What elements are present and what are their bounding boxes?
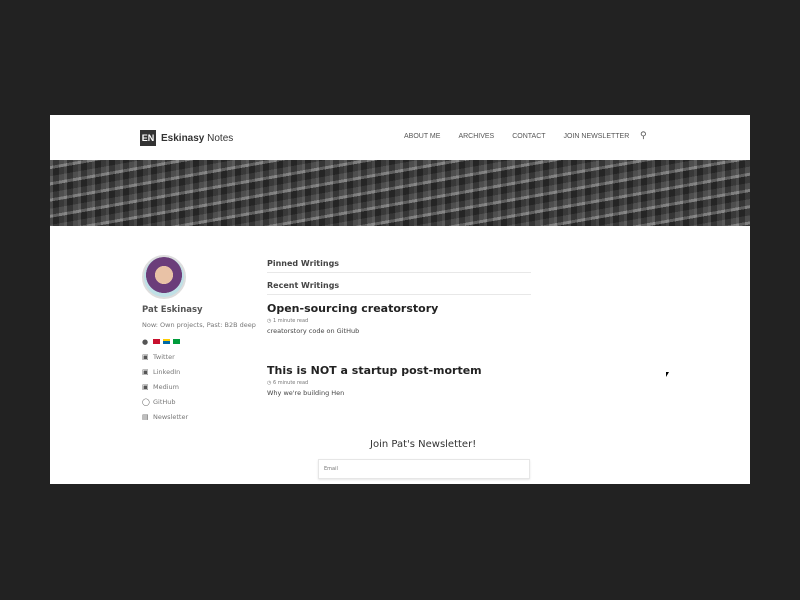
flag-brazil-icon	[173, 339, 180, 344]
logo-bold: Eskinasy	[161, 132, 205, 144]
author-name: Pat Eskinasy	[142, 305, 203, 315]
logo-mark: EN	[140, 130, 156, 146]
main-content: Pinned Writings Recent Writings Open-sou…	[267, 259, 531, 427]
mouse-cursor	[666, 372, 669, 377]
location: ●	[142, 337, 257, 346]
link-github[interactable]: ◯ GitHub	[142, 397, 257, 406]
post-item: This is NOT a startup post-mortem ◷ 6 mi…	[267, 364, 531, 397]
email-input[interactable]	[318, 459, 530, 479]
flag-uk-icon	[153, 339, 160, 344]
twitter-icon: ▣	[142, 352, 149, 361]
nav-about-me[interactable]: ABOUT ME	[404, 133, 440, 140]
link-linkedin[interactable]: ▣ LinkedIn	[142, 367, 257, 376]
flag-sweden-icon	[163, 339, 170, 344]
link-newsletter[interactable]: ▤ Newsletter	[142, 412, 257, 421]
post-excerpt: Why we're building Hen	[267, 389, 345, 397]
nav-contact[interactable]: CONTACT	[512, 133, 545, 140]
map-marker-icon: ●	[142, 337, 149, 346]
search-icon[interactable]: ⚲	[640, 131, 647, 141]
post-title[interactable]: Open-sourcing creatorstory	[267, 302, 531, 315]
author-bio: Now: Own projects, Past: B2B deep tech. …	[142, 321, 257, 329]
main-nav: ABOUT ME ARCHIVES CONTACT JOIN NEWSLETTE…	[404, 133, 647, 140]
web-page: EN Eskinasy Notes ABOUT ME ARCHIVES CONT…	[50, 115, 750, 484]
read-time: 1 minute read	[272, 318, 309, 324]
newsletter-title: Join Pat's Newsletter!	[370, 439, 477, 450]
avatar	[142, 255, 186, 299]
link-medium[interactable]: ▣ Medium	[142, 382, 257, 391]
site-logo[interactable]: EN Eskinasy Notes	[140, 130, 233, 146]
pinned-writings-heading: Pinned Writings	[267, 259, 531, 273]
recent-writings-heading: Recent Writings	[267, 281, 531, 295]
linkedin-icon: ▣	[142, 367, 149, 376]
nav-join-newsletter[interactable]: JOIN NEWSLETTER	[564, 133, 630, 140]
author-profile: Pat Eskinasy Now: Own projects, Past: B2…	[142, 255, 257, 421]
site-header: EN Eskinasy Notes ABOUT ME ARCHIVES CONT…	[50, 115, 750, 160]
header-banner-image	[50, 160, 750, 226]
link-twitter[interactable]: ▣ Twitter	[142, 352, 257, 361]
medium-icon: ▣	[142, 382, 149, 391]
newsletter-icon: ▤	[142, 412, 149, 421]
post-excerpt: creatorstory code on GitHub	[267, 327, 360, 335]
read-time: 6 minute read	[272, 380, 309, 386]
post-item: Open-sourcing creatorstory ◷ 1 minute re…	[267, 302, 531, 335]
logo-rest: Notes	[204, 132, 234, 144]
post-title[interactable]: This is NOT a startup post-mortem	[267, 364, 531, 377]
nav-archives[interactable]: ARCHIVES	[458, 133, 494, 140]
github-icon: ◯	[142, 397, 150, 406]
